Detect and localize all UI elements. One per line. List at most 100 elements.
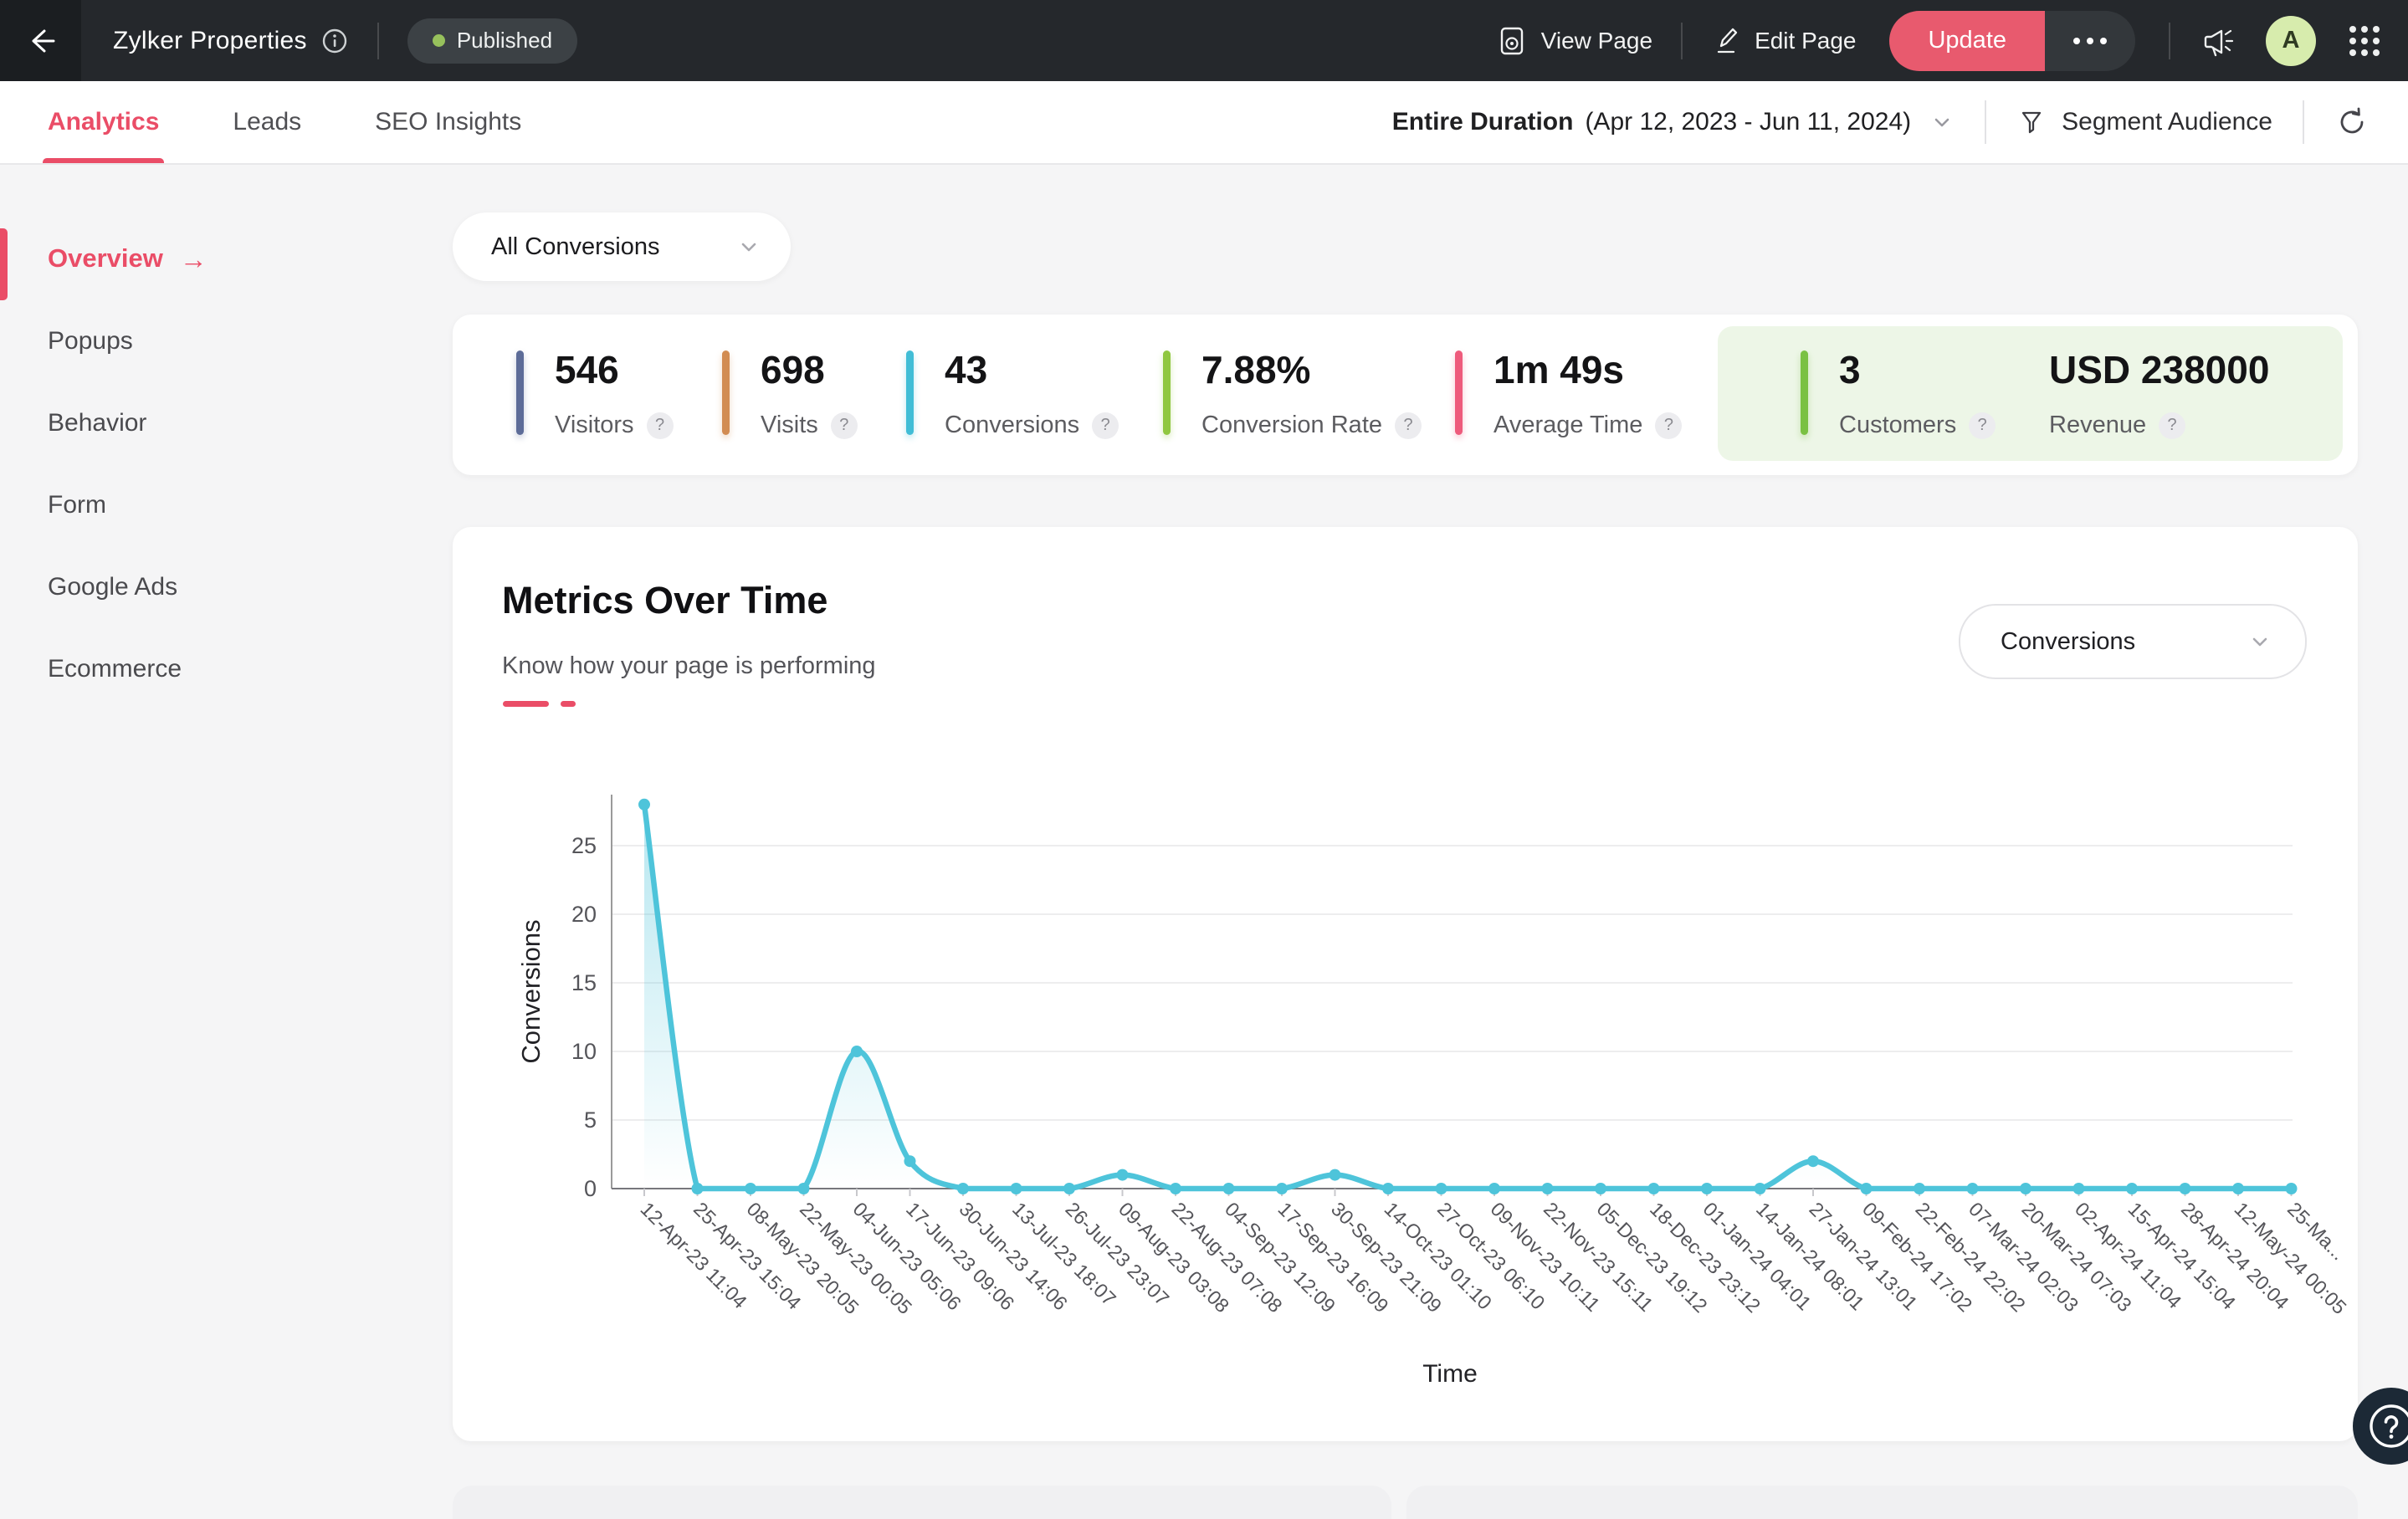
analytics-header-row: Analytics Leads SEO Insights Entire Durati… [0, 81, 2408, 165]
sidebar-item-label: Google Ads [48, 573, 177, 601]
data-point[interactable] [957, 1183, 969, 1194]
tab-leads[interactable]: Leads [233, 81, 301, 163]
data-point[interactable] [1436, 1183, 1447, 1194]
chart-metric-dropdown[interactable]: Conversions [1959, 604, 2307, 679]
data-point[interactable] [1488, 1183, 1500, 1194]
duration-label: Entire Duration [1392, 108, 1574, 136]
metric-value: 546 [555, 350, 674, 389]
tab-analytics[interactable]: Analytics [48, 81, 159, 163]
data-point[interactable] [2020, 1183, 2031, 1194]
y-tick-label: 5 [584, 1107, 597, 1133]
data-point[interactable] [1648, 1183, 1660, 1194]
metric-label: Average Time [1493, 412, 1642, 439]
segment-audience-button[interactable]: Segment Audience [2016, 107, 2272, 137]
avatar[interactable]: A [2266, 16, 2316, 66]
tab-seo-insights[interactable]: SEO Insights [375, 81, 521, 163]
view-page-label: View Page [1541, 28, 1652, 54]
update-button[interactable]: Update [1889, 11, 2045, 71]
ellipsis-icon [2073, 38, 2080, 44]
announcement-icon[interactable] [2199, 22, 2237, 60]
data-point[interactable] [1967, 1183, 1979, 1194]
duration-dropdown[interactable]: Entire Duration (Apr 12, 2023 - Jun 11, … [1392, 108, 1955, 136]
y-tick-label: 25 [571, 833, 597, 858]
tab-bar: Analytics Leads SEO Insights [0, 81, 521, 163]
edit-page-button[interactable]: Edit Page [1711, 26, 1856, 56]
help-tooltip-icon[interactable]: ? [831, 412, 858, 439]
x-axis-title: Time [1422, 1360, 1478, 1388]
y-tick-label: 20 [571, 902, 597, 927]
metrics-over-time-card: 051015202512-Apr-23 11:0425-Apr-23 15:04… [453, 527, 2358, 1441]
page-title: Zylker Properties [113, 27, 307, 55]
data-point[interactable] [2232, 1183, 2244, 1194]
all-conversions-dropdown[interactable]: All Conversions [453, 212, 791, 281]
back-button[interactable] [0, 0, 81, 81]
data-point[interactable] [2073, 1183, 2085, 1194]
data-point[interactable] [1011, 1183, 1022, 1194]
chart-title: Metrics Over Time [502, 579, 827, 622]
apps-grid-icon[interactable] [2344, 21, 2385, 61]
y-tick-label: 0 [584, 1176, 597, 1201]
metric-color-bar [722, 350, 730, 435]
data-point[interactable] [1063, 1183, 1075, 1194]
help-tooltip-icon[interactable]: ? [2159, 412, 2185, 439]
metric-value: USD 238000 [2049, 350, 2269, 389]
data-point[interactable] [2180, 1183, 2191, 1194]
sidebar-item-label: Form [48, 491, 106, 519]
help-tooltip-icon[interactable]: ? [1969, 412, 1996, 439]
help-tooltip-icon[interactable]: ? [1395, 412, 1422, 439]
all-conversions-label: All Conversions [491, 233, 659, 261]
analytics-sidebar: Overview→ Popups Behavior Form Google Ads Eco… [0, 163, 423, 1506]
update-split-button: Update [1889, 11, 2135, 71]
data-point[interactable] [692, 1183, 704, 1194]
data-point[interactable] [638, 799, 650, 811]
data-point[interactable] [1542, 1183, 1554, 1194]
data-point[interactable] [2126, 1183, 2138, 1194]
sidebar-item-behavior[interactable]: Behavior [48, 409, 423, 437]
update-more-button[interactable] [2045, 11, 2135, 71]
help-button[interactable] [2353, 1388, 2408, 1465]
sidebar-item-label: Behavior [48, 409, 146, 437]
refresh-icon[interactable] [2334, 105, 2370, 140]
view-page-button[interactable]: View Page [1496, 25, 1652, 57]
data-point[interactable] [1276, 1183, 1288, 1194]
metric-label: Visits [761, 412, 818, 439]
arrow-right-icon: → [180, 245, 207, 273]
data-point[interactable] [1382, 1183, 1394, 1194]
data-point[interactable] [1117, 1169, 1129, 1181]
metric-color-bar [516, 350, 524, 435]
data-point[interactable] [1170, 1183, 1181, 1194]
topbar-divider [377, 23, 379, 59]
data-point[interactable] [1755, 1183, 1766, 1194]
data-point[interactable] [1861, 1183, 1873, 1194]
sidebar-item-popups[interactable]: Popups [48, 327, 423, 355]
data-point[interactable] [745, 1183, 756, 1194]
help-tooltip-icon[interactable]: ? [647, 412, 674, 439]
data-point[interactable] [798, 1183, 810, 1194]
info-icon[interactable] [320, 27, 349, 55]
data-point[interactable] [1223, 1183, 1235, 1194]
data-point[interactable] [1595, 1183, 1606, 1194]
sidebar-item-ecommerce[interactable]: Ecommerce [48, 655, 423, 683]
metrics-summary-card: 546Visitors?698Visits?43Conversions?7.88… [453, 315, 2358, 475]
metric-color-bar [1163, 350, 1171, 435]
chevron-down-icon [735, 233, 762, 260]
sidebar-item-label: Popups [48, 327, 133, 355]
sidebar-item-form[interactable]: Form [48, 491, 423, 519]
segment-audience-label: Segment Audience [2062, 108, 2272, 136]
chevron-down-icon [2247, 628, 2273, 655]
help-tooltip-icon[interactable]: ? [1655, 412, 1682, 439]
help-tooltip-icon[interactable]: ? [1092, 412, 1119, 439]
data-point[interactable] [1330, 1169, 1341, 1181]
ellipsis-icon [2087, 38, 2093, 44]
sidebar-item-google-ads[interactable]: Google Ads [48, 573, 423, 601]
sidebar-item-overview[interactable]: Overview→ [48, 243, 423, 274]
data-point[interactable] [1701, 1183, 1713, 1194]
next-section-card [1406, 1486, 2358, 1519]
data-point[interactable] [904, 1155, 916, 1167]
data-point[interactable] [2286, 1183, 2298, 1194]
metric-value: 3 [1839, 350, 1996, 389]
topbar-divider [1681, 23, 1683, 59]
data-point[interactable] [851, 1046, 863, 1057]
data-point[interactable] [1807, 1155, 1819, 1167]
data-point[interactable] [1914, 1183, 1925, 1194]
